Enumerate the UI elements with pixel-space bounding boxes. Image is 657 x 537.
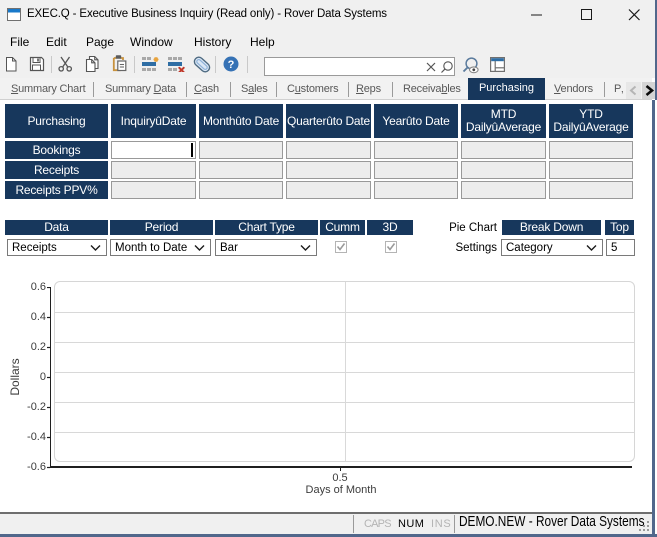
- svg-text:?: ?: [228, 59, 235, 71]
